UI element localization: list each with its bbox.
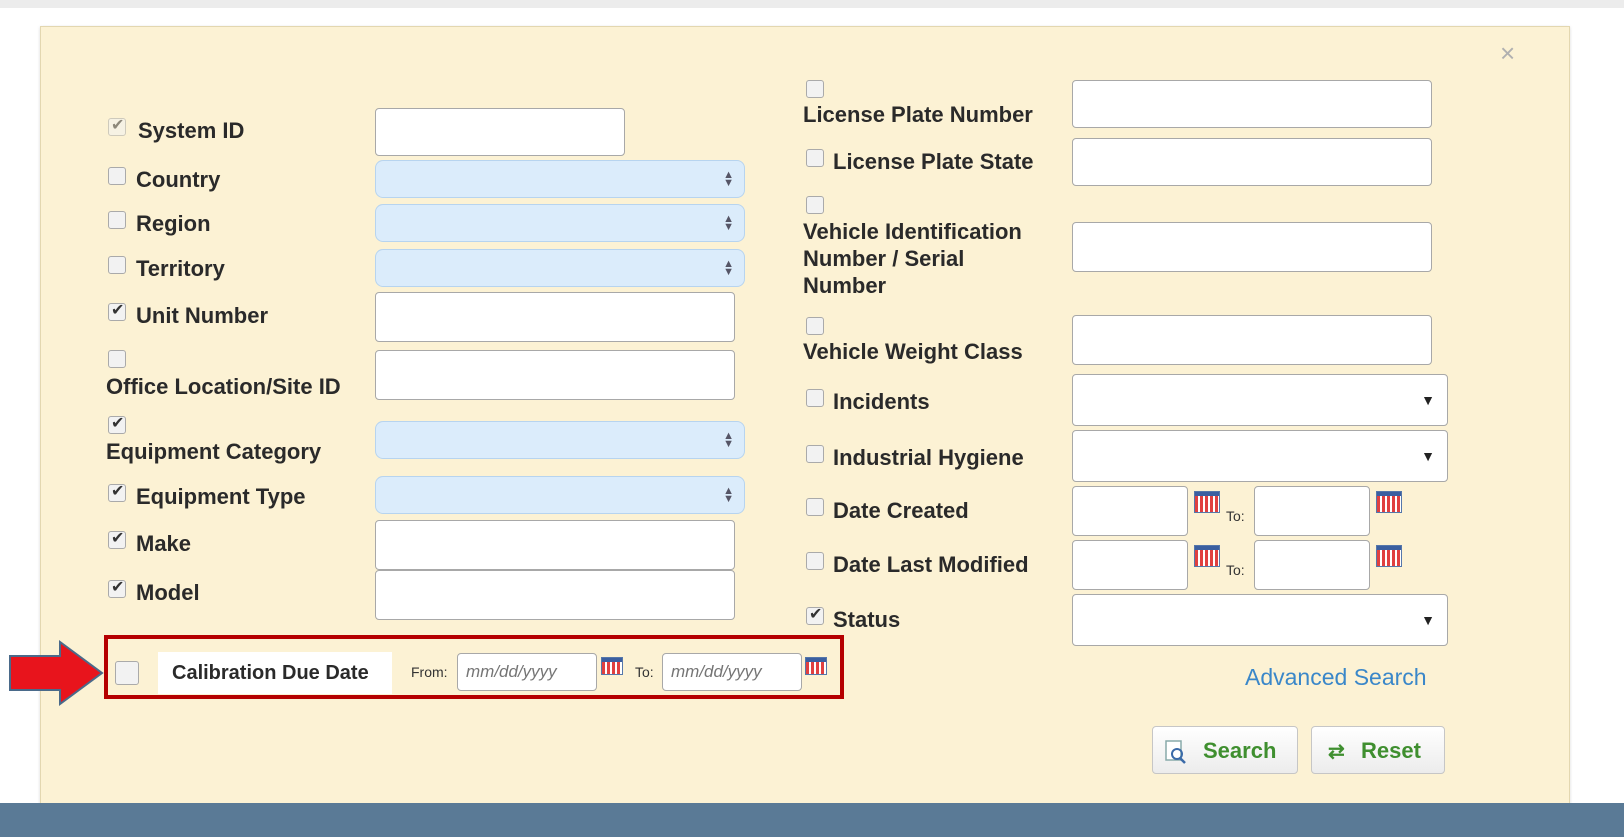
advanced-search-link[interactable]: Advanced Search: [1245, 664, 1427, 691]
calendar-icon[interactable]: [601, 657, 623, 675]
checkbox-calibration-due-date[interactable]: [115, 661, 139, 685]
calibration-from-label: From:: [411, 664, 448, 680]
label-vin-line-2: Number / Serial: [803, 246, 965, 271]
select-arrow-icon: ▲ ▼: [723, 258, 734, 278]
red-arrow-icon: [9, 640, 104, 706]
unit-number-input[interactable]: [375, 292, 735, 342]
country-select[interactable]: ▲ ▼: [375, 160, 745, 198]
make-input[interactable]: [375, 520, 735, 570]
checkbox-industrial-hygiene[interactable]: [806, 445, 824, 463]
equipment-type-select[interactable]: ▲ ▼: [375, 476, 745, 514]
checkbox-date-last-modified[interactable]: [806, 552, 824, 570]
date-created-to-input[interactable]: [1254, 486, 1370, 536]
checkbox-country[interactable]: [108, 167, 126, 185]
reset-button[interactable]: ⇄ Reset: [1311, 726, 1445, 774]
status-select[interactable]: ▼: [1072, 594, 1448, 646]
search-button-label: Search: [1203, 738, 1277, 763]
label-vin-line-1: Vehicle Identification: [803, 219, 1022, 244]
checkbox-equipment-type[interactable]: [108, 481, 126, 502]
checkbox-status[interactable]: [806, 604, 824, 625]
date-modified-to-input[interactable]: [1254, 540, 1370, 590]
dropdown-arrow-icon: ▼: [1421, 448, 1435, 464]
model-input[interactable]: [375, 570, 735, 620]
equipment-category-select[interactable]: ▲ ▼: [375, 421, 745, 459]
select-arrow-icon: ▲ ▼: [723, 169, 734, 189]
office-location-input[interactable]: [375, 350, 735, 400]
date-modified-from-input[interactable]: [1072, 540, 1188, 590]
top-bar: [0, 0, 1624, 8]
region-select[interactable]: ▲ ▼: [375, 204, 745, 242]
label-country: Country: [136, 167, 221, 192]
calibration-to-label: To:: [635, 664, 654, 680]
label-equipment-category: Equipment Category: [106, 439, 322, 464]
search-icon: [1165, 740, 1186, 764]
checkbox-make[interactable]: [108, 528, 126, 549]
select-arrow-icon: ▲ ▼: [723, 213, 734, 233]
calendar-icon[interactable]: [805, 657, 827, 675]
license-plate-number-input[interactable]: [1072, 80, 1432, 128]
incidents-select[interactable]: ▼: [1072, 374, 1448, 426]
date-created-to-label: To:: [1226, 508, 1245, 524]
label-vehicle-weight-class: Vehicle Weight Class: [803, 339, 1023, 364]
label-equipment-type: Equipment Type: [136, 484, 306, 509]
label-license-plate-state: License Plate State: [833, 149, 1034, 174]
calibration-to-input[interactable]: [662, 653, 802, 691]
calendar-icon[interactable]: [1376, 545, 1402, 567]
checkbox-equipment-category[interactable]: [108, 413, 126, 434]
reset-button-label: Reset: [1361, 738, 1421, 763]
calendar-icon[interactable]: [1194, 491, 1220, 513]
label-license-plate-number: License Plate Number: [803, 102, 1033, 127]
label-unit-number: Unit Number: [136, 303, 268, 328]
calendar-icon[interactable]: [1194, 545, 1220, 567]
close-icon[interactable]: ×: [1500, 40, 1515, 66]
checkbox-model[interactable]: [108, 577, 126, 598]
calibration-from-input[interactable]: [457, 653, 597, 691]
calendar-icon[interactable]: [1376, 491, 1402, 513]
refresh-icon: ⇄: [1328, 741, 1345, 763]
checkbox-territory[interactable]: [108, 256, 126, 274]
label-model: Model: [136, 580, 200, 605]
label-industrial-hygiene: Industrial Hygiene: [833, 445, 1024, 470]
checkbox-office-location[interactable]: [108, 350, 126, 368]
dropdown-arrow-icon: ▼: [1421, 392, 1435, 408]
checkbox-vin[interactable]: [806, 196, 824, 214]
dropdown-arrow-icon: ▼: [1421, 612, 1435, 628]
date-created-from-input[interactable]: [1072, 486, 1188, 536]
label-vin-line-3: Number: [803, 273, 887, 298]
checkbox-system-id[interactable]: [108, 115, 126, 136]
checkbox-license-plate-number[interactable]: [806, 80, 824, 98]
license-plate-state-input[interactable]: [1072, 138, 1432, 186]
checkbox-vehicle-weight-class[interactable]: [806, 317, 824, 335]
checkbox-date-created[interactable]: [806, 498, 824, 516]
label-office-location: Office Location/Site ID: [106, 374, 341, 399]
label-region: Region: [136, 211, 211, 236]
vin-input[interactable]: [1072, 222, 1432, 272]
label-date-last-modified: Date Last Modified: [833, 552, 1029, 577]
select-arrow-icon: ▲ ▼: [723, 485, 734, 505]
label-make: Make: [136, 531, 192, 556]
checkbox-region[interactable]: [108, 211, 126, 229]
checkbox-license-plate-state[interactable]: [806, 149, 824, 167]
industrial-hygiene-select[interactable]: ▼: [1072, 430, 1448, 482]
label-incidents: Incidents: [833, 389, 930, 414]
label-territory: Territory: [136, 256, 225, 281]
label-calibration-due-date: Calibration Due Date: [172, 662, 369, 684]
date-modified-to-label: To:: [1226, 562, 1245, 578]
checkbox-unit-number[interactable]: [108, 300, 126, 321]
label-status: Status: [833, 607, 901, 632]
search-button[interactable]: Search: [1152, 726, 1298, 774]
label-system-id: System ID: [138, 118, 245, 143]
checkbox-incidents[interactable]: [806, 389, 824, 407]
territory-select[interactable]: ▲ ▼: [375, 249, 745, 287]
label-date-created: Date Created: [833, 498, 969, 523]
select-arrow-icon: ▲ ▼: [723, 430, 734, 450]
system-id-input[interactable]: [375, 108, 625, 156]
bottom-bar: [0, 803, 1624, 837]
vehicle-weight-class-input[interactable]: [1072, 315, 1432, 365]
